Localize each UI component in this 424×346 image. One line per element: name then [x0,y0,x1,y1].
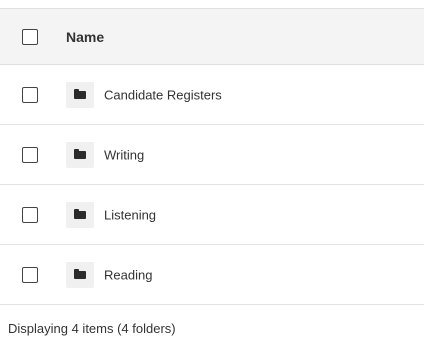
select-all-checkbox[interactable] [22,28,38,45]
folder-icon-tile [66,141,94,168]
folder-icon [74,88,86,99]
file-list-table: Name Candidate Registers Writing Listeni… [0,8,424,305]
row-checkbox[interactable] [22,266,38,283]
folder-icon-tile [66,261,94,288]
folder-icon [74,268,86,279]
folder-icon [74,208,86,219]
item-name-link[interactable]: Listening [104,207,156,222]
folder-icon-tile [66,201,94,228]
item-count-status: Displaying 4 items (4 folders) [8,321,176,336]
row-checkbox[interactable] [22,86,38,103]
row-checkbox[interactable] [22,206,38,223]
table-row[interactable]: Reading [0,245,424,305]
item-name-link[interactable]: Reading [104,267,152,282]
table-header-row: Name [0,8,424,65]
table-row[interactable]: Candidate Registers [0,65,424,125]
table-row[interactable]: Listening [0,185,424,245]
folder-icon-tile [66,81,94,108]
item-name-link[interactable]: Writing [104,147,144,162]
name-column-header[interactable]: Name [66,29,104,45]
table-row[interactable]: Writing [0,125,424,185]
folder-icon [74,148,86,159]
row-checkbox[interactable] [22,146,38,163]
item-name-link[interactable]: Candidate Registers [104,87,222,102]
